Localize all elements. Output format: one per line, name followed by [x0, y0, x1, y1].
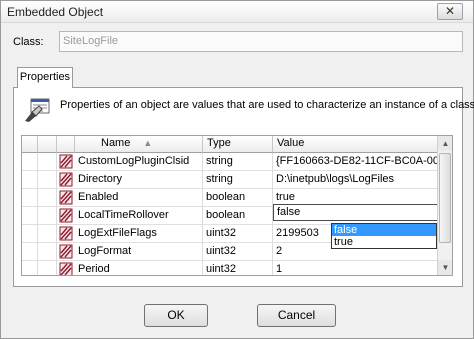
properties-grid: Name ▲ Type Value CustomLogPluginClsid st…	[21, 135, 453, 276]
properties-icon	[25, 98, 50, 122]
row-selector[interactable]	[22, 189, 38, 207]
row-type-cell: boolean	[203, 207, 273, 225]
class-field[interactable]: SiteLogFile	[59, 31, 463, 52]
row-flag-cell	[38, 261, 57, 275]
row-flag-cell	[38, 207, 57, 225]
value-dropdown-list: false true	[331, 223, 437, 249]
row-value-cell[interactable]: D:\inetpub\logs\LogFiles	[273, 171, 438, 189]
close-button[interactable]: ✕	[437, 3, 463, 20]
column-name-label: Name	[101, 137, 131, 149]
info-text: Properties of an object are values that …	[60, 99, 474, 111]
row-type-cell: uint32	[203, 225, 273, 243]
ok-button[interactable]: OK	[144, 304, 208, 327]
column-header-name[interactable]: Name ▲	[75, 136, 203, 153]
column-type-label: Type	[207, 137, 231, 149]
cancel-button[interactable]: Cancel	[257, 304, 336, 327]
column-header-icon[interactable]	[57, 136, 75, 153]
row-selector[interactable]	[22, 225, 38, 243]
row-flag-cell	[38, 225, 57, 243]
row-name-cell: CustomLogPluginClsid	[75, 153, 203, 171]
row-selector[interactable]	[22, 243, 38, 261]
sort-asc-icon: ▲	[143, 138, 153, 148]
row-value-cell[interactable]: 1	[273, 261, 438, 275]
row-name-cell: Period	[75, 261, 203, 275]
property-icon	[59, 172, 73, 187]
column-header-type[interactable]: Type	[203, 136, 273, 153]
column-header-flag[interactable]	[38, 136, 57, 153]
property-icon	[59, 244, 73, 259]
property-icon	[59, 262, 73, 275]
property-icon	[59, 154, 73, 169]
row-flag-cell	[38, 189, 57, 207]
row-selector[interactable]	[22, 261, 38, 275]
row-type-cell: uint32	[203, 261, 273, 275]
value-edit-dropdown[interactable]: false ▼	[273, 204, 452, 221]
dropdown-option-true[interactable]: true	[332, 236, 436, 248]
title-bar[interactable]: Embedded Object ✕	[1, 1, 473, 23]
row-flag-cell	[38, 171, 57, 189]
row-name-cell: Enabled	[75, 189, 203, 207]
row-name-cell: LogExtFileFlags	[75, 225, 203, 243]
property-icon	[59, 190, 73, 205]
vertical-scrollbar[interactable]: ▲ ▼	[437, 136, 452, 275]
row-type-cell: uint32	[203, 243, 273, 261]
class-label: Class:	[13, 36, 44, 48]
row-value-cell[interactable]: {FF160663-DE82-11CF-BC0A-00AA006	[273, 153, 438, 171]
table-row[interactable]: Directory string D:\inetpub\logs\LogFiles	[22, 171, 438, 189]
row-selector[interactable]	[22, 207, 38, 225]
row-selector[interactable]	[22, 171, 38, 189]
column-value-label: Value	[277, 137, 305, 149]
row-name-cell: LogFormat	[75, 243, 203, 261]
row-name-cell: Directory	[75, 171, 203, 189]
row-flag-cell	[38, 243, 57, 261]
scroll-down-icon[interactable]: ▼	[438, 260, 452, 275]
row-type-cell: string	[203, 171, 273, 189]
window-title: Embedded Object	[7, 5, 104, 19]
row-flag-cell	[38, 153, 57, 171]
property-icon	[59, 208, 73, 223]
scroll-up-icon[interactable]: ▲	[438, 136, 452, 151]
column-header-value[interactable]: Value	[273, 136, 438, 153]
property-icon	[59, 226, 73, 241]
dropdown-option-false[interactable]: false	[332, 224, 436, 236]
dropdown-current-value: false	[277, 206, 301, 218]
row-selector[interactable]	[22, 153, 38, 171]
table-row[interactable]: Period uint32 1	[22, 261, 438, 275]
embedded-object-dialog: Embedded Object ✕ Class: SiteLogFile Pro…	[0, 0, 474, 339]
row-type-cell: string	[203, 153, 273, 171]
row-type-cell: boolean	[203, 189, 273, 207]
row-name-cell: LocalTimeRollover	[75, 207, 203, 225]
tab-properties[interactable]: Properties	[17, 67, 73, 88]
column-header-selector[interactable]	[22, 136, 38, 153]
scroll-thumb[interactable]	[439, 153, 451, 243]
table-row[interactable]: CustomLogPluginClsid string {FF160663-DE82…	[22, 153, 438, 171]
